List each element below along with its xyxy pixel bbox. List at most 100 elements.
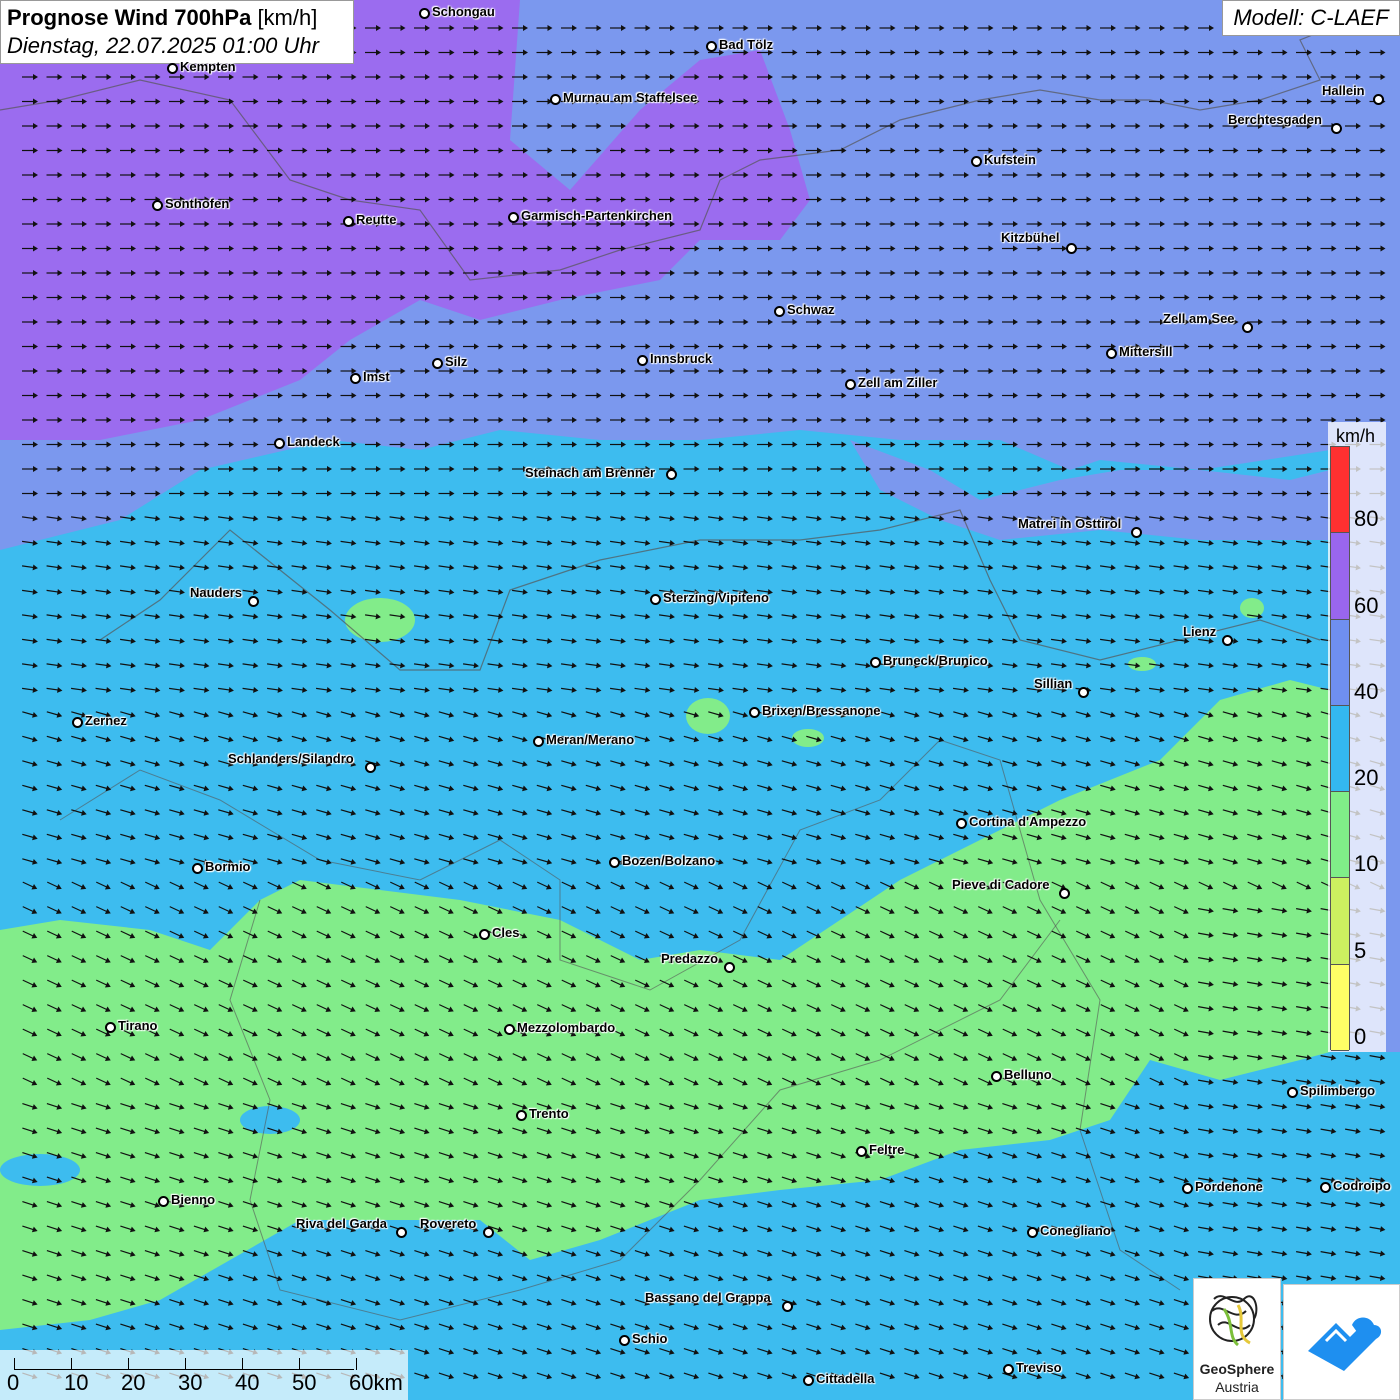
city-marker: [1106, 348, 1117, 359]
city-label: Brixen/Bressanone: [762, 703, 881, 718]
city-marker: [724, 962, 735, 973]
city-label: Nauders: [190, 585, 243, 600]
legend-bar: [1330, 446, 1350, 1051]
city-label: Bad Tölz: [719, 37, 774, 52]
city-marker: [956, 818, 967, 829]
scale-label: 60km: [349, 1370, 403, 1395]
city-marker: [1287, 1087, 1298, 1098]
city-label: Kempten: [180, 59, 236, 74]
city-label: Sillian: [1034, 676, 1073, 691]
city-label: Bormio: [205, 859, 251, 874]
scale-tick: [14, 1358, 15, 1370]
scale-tick: [185, 1358, 186, 1370]
city-marker: [782, 1301, 793, 1312]
city-label: Sonthofen: [165, 196, 230, 211]
color-legend: km/h 80 60 40 20 10 5 0: [1328, 422, 1386, 1052]
city-label: Codroipo: [1333, 1178, 1391, 1193]
legend-tick-label: 5: [1354, 937, 1367, 963]
legend-tick-label: 60: [1354, 592, 1379, 618]
city-label: Schongau: [432, 4, 495, 19]
city-marker: [749, 707, 760, 718]
legend-segment: [1331, 878, 1349, 965]
city-label: Sterzing/Vipiteno: [663, 590, 769, 605]
city-label: Steinach am Brenner: [525, 465, 656, 480]
city-marker: [609, 857, 620, 868]
city-marker: [158, 1196, 169, 1207]
logo-country: Austria: [1215, 1379, 1259, 1395]
city-marker: [706, 41, 717, 52]
city-label: Cortina d'Ampezzo: [969, 814, 1087, 829]
city-marker: [856, 1146, 867, 1157]
legend-segment: [1331, 533, 1349, 620]
legend-tick-label: 40: [1354, 678, 1379, 704]
title-box: Prognose Wind 700hPa [km/h] Dienstag, 22…: [0, 0, 354, 64]
city-label: Bruneck/Brunico: [883, 653, 988, 668]
city-label: Reutte: [356, 212, 397, 227]
model-label: Modell: C-LAEF: [1222, 0, 1400, 36]
city-marker: [365, 762, 376, 773]
city-marker: [1242, 322, 1253, 333]
city-label: Belluno: [1004, 1067, 1052, 1082]
city-marker: [1222, 635, 1233, 646]
city-marker: [152, 200, 163, 211]
zone-island-1: [345, 598, 415, 642]
city-label: Innsbruck: [650, 351, 713, 366]
scale-tick: [71, 1358, 72, 1370]
city-label: Zell am Ziller: [858, 375, 938, 390]
city-label: Garmisch-Partenkirchen: [521, 208, 673, 223]
city-label: Bienno: [171, 1192, 216, 1207]
city-label: Lienz: [1183, 624, 1217, 639]
city-label: Spilimbergo: [1300, 1083, 1376, 1098]
map-date: Dienstag, 22.07.2025 01:00 Uhr: [7, 33, 319, 58]
legend-segment: [1331, 619, 1349, 706]
city-label: Riva del Garda: [296, 1216, 388, 1231]
city-marker: [1059, 888, 1070, 899]
city-label: Landeck: [287, 434, 340, 449]
city-marker: [619, 1335, 630, 1346]
zone-island-3: [792, 729, 824, 747]
city-marker: [516, 1110, 527, 1121]
city-marker: [419, 8, 430, 19]
city-marker: [350, 373, 361, 384]
city-label: Schlanders/Silandro: [228, 751, 354, 766]
city-label: Bassano del Grappa: [645, 1290, 771, 1305]
city-marker: [432, 358, 443, 369]
scale-tick: [128, 1358, 129, 1370]
mountain-cloud-icon: [1308, 1317, 1382, 1371]
city-label: Pieve di Cadore: [952, 877, 1050, 892]
city-label: Rovereto: [420, 1216, 477, 1231]
city-marker: [483, 1227, 494, 1238]
city-marker: [1027, 1227, 1038, 1238]
city-marker: [666, 469, 677, 480]
scale-tick: [299, 1358, 300, 1370]
wind-forecast-map: Prognose Wind 700hPa [km/h] Dienstag, 22…: [0, 0, 1400, 1400]
partner-logo: [1283, 1284, 1400, 1400]
scale-bar: 0 10 20 30 40 50 60km: [0, 1350, 408, 1400]
city-label: Pordenone: [1195, 1179, 1263, 1194]
city-marker: [1320, 1182, 1331, 1193]
city-marker: [105, 1022, 116, 1033]
city-label: Murnau am Staffelsee: [563, 90, 698, 105]
city-marker: [637, 355, 648, 366]
city-marker: [1078, 687, 1089, 698]
city-label: Kufstein: [984, 152, 1036, 167]
city-marker: [508, 212, 519, 223]
city-marker: [1131, 527, 1142, 538]
city-marker: [343, 216, 354, 227]
city-marker: [167, 63, 178, 74]
city-marker: [72, 717, 83, 728]
city-marker: [396, 1227, 407, 1238]
zone-patch-3: [870, 1222, 930, 1258]
city-label: Bozen/Bolzano: [622, 853, 716, 868]
city-marker: [1066, 243, 1077, 254]
legend-tick-label: 20: [1354, 765, 1379, 791]
city-label: Treviso: [1016, 1360, 1062, 1375]
geosphere-logo: GeoSphere Austria: [1193, 1278, 1281, 1400]
city-marker: [870, 657, 881, 668]
city-label: Kitzbühel: [1001, 230, 1060, 245]
scale-label: 30: [178, 1370, 203, 1395]
scale-label: 10: [64, 1370, 89, 1395]
city-label: Matrei in Osttirol: [1018, 516, 1122, 531]
city-marker: [550, 94, 561, 105]
legend-tick-label: 10: [1354, 851, 1379, 877]
